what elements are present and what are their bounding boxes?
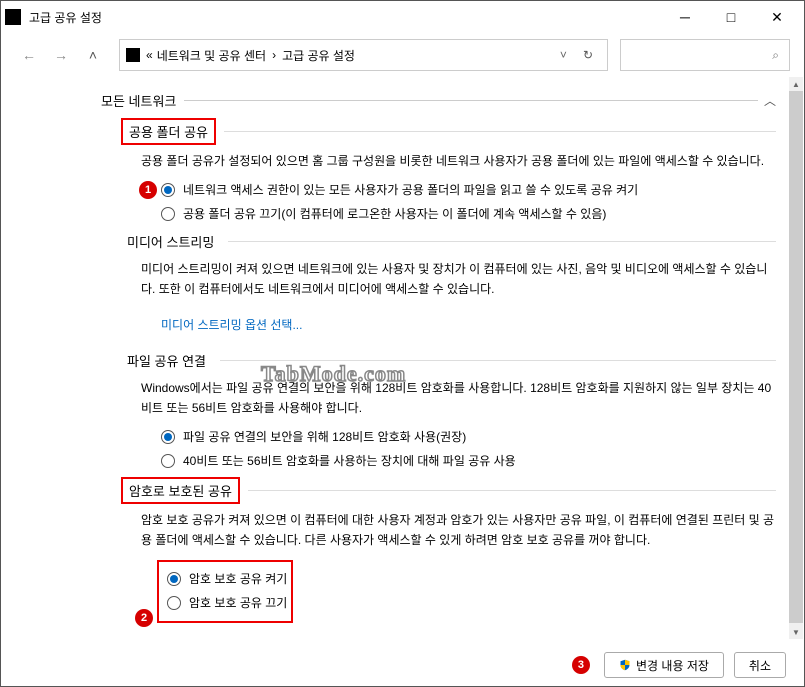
radio-icon (161, 454, 175, 468)
breadcrumb-sep: › (272, 48, 276, 62)
location-icon (126, 48, 140, 62)
divider (248, 490, 776, 491)
annotation-badge-1: 1 (139, 181, 157, 199)
minimize-button[interactable]: ─ (662, 1, 708, 33)
shield-icon (619, 659, 631, 671)
forward-button[interactable]: → (47, 41, 75, 69)
password-desc: 암호 보호 공유가 켜져 있으면 이 컴퓨터에 대한 사용자 계정과 암호가 있… (141, 510, 776, 551)
radio-pw-off[interactable]: 암호 보호 공유 끄기 (167, 594, 287, 613)
content-area: 모든 네트워크 ︿ 공용 폴더 공유 공용 폴더 공유가 설정되어 있으면 홈 … (1, 77, 804, 637)
divider (220, 360, 776, 361)
divider (224, 131, 776, 132)
vertical-scrollbar[interactable]: ▲ ▼ (789, 77, 803, 639)
breadcrumb-prefix: « (146, 48, 153, 62)
save-button[interactable]: 변경 내용 저장 (604, 652, 724, 678)
collapse-icon[interactable]: ︿ (758, 92, 776, 109)
radio-public-off[interactable]: 공용 폴더 공유 끄기(이 컴퓨터에 로그온한 사용자는 이 폴더에 계속 액세… (161, 205, 776, 224)
maximize-button[interactable]: □ (708, 1, 754, 33)
address-dropdown-icon[interactable]: ˅ (552, 48, 575, 62)
subhead-password: 암호로 보호된 공유 (121, 477, 240, 504)
refresh-button[interactable]: ↻ (575, 48, 601, 62)
section-title: 모든 네트워크 (101, 91, 184, 110)
media-options-link[interactable]: 미디어 스트리밍 옵션 선택... (161, 316, 302, 333)
app-icon (5, 9, 21, 25)
save-label: 변경 내용 저장 (636, 657, 709, 674)
search-icon: ⌕ (772, 48, 779, 63)
footer: 3 변경 내용 저장 취소 (572, 652, 786, 678)
radio-label: 40비트 또는 56비트 암호화를 사용하는 장치에 대해 파일 공유 사용 (183, 452, 516, 471)
breadcrumb-part2[interactable]: 고급 공유 설정 (282, 47, 355, 64)
scroll-up-icon[interactable]: ▲ (789, 77, 803, 91)
radio-label: 공용 폴더 공유 끄기(이 컴퓨터에 로그온한 사용자는 이 폴더에 계속 액세… (183, 205, 606, 224)
radio-icon (161, 430, 175, 444)
radio-label: 네트워크 액세스 권한이 있는 모든 사용자가 공용 폴더의 파일을 읽고 쓸 … (183, 181, 638, 200)
subhead-media: 미디어 스트리밍 (121, 230, 220, 253)
breadcrumb-part1[interactable]: 네트워크 및 공유 센터 (157, 47, 266, 64)
radio-label: 암호 보호 공유 켜기 (189, 570, 287, 589)
annotation-badge-2: 2 (135, 609, 153, 627)
radio-icon (161, 183, 175, 197)
close-button[interactable]: ✕ (754, 1, 800, 33)
password-radio-group: 암호 보호 공유 켜기 암호 보호 공유 끄기 (157, 560, 293, 622)
search-input[interactable]: ⌕ (620, 39, 790, 71)
back-button[interactable]: ← (15, 41, 43, 69)
radio-public-on[interactable]: 1 네트워크 액세스 권한이 있는 모든 사용자가 공용 폴더의 파일을 읽고 … (161, 181, 776, 200)
public-folder-desc: 공용 폴더 공유가 설정되어 있으면 홈 그룹 구성원을 비롯한 네트워크 사용… (141, 151, 776, 171)
radio-label: 파일 공유 연결의 보안을 위해 128비트 암호화 사용(권장) (183, 428, 466, 447)
section-all-networks[interactable]: 모든 네트워크 ︿ (101, 91, 776, 110)
window-title: 고급 공유 설정 (29, 9, 662, 26)
radio-icon (167, 596, 181, 610)
scrollbar-thumb[interactable] (789, 91, 803, 623)
radio-4056bit[interactable]: 40비트 또는 56비트 암호화를 사용하는 장치에 대해 파일 공유 사용 (161, 452, 776, 471)
toolbar: ← → ˄ « 네트워크 및 공유 센터 › 고급 공유 설정 ˅ ↻ ⌕ (1, 33, 804, 77)
media-desc: 미디어 스트리밍이 켜져 있으면 네트워크에 있는 사용자 및 장치가 이 컴퓨… (141, 259, 776, 300)
radio-label: 암호 보호 공유 끄기 (189, 594, 287, 613)
divider (184, 100, 758, 101)
titlebar: 고급 공유 설정 ─ □ ✕ (1, 1, 804, 33)
annotation-badge-3: 3 (572, 656, 590, 674)
up-button[interactable]: ˄ (79, 41, 107, 69)
cancel-button[interactable]: 취소 (734, 652, 786, 678)
radio-128bit[interactable]: 파일 공유 연결의 보안을 위해 128비트 암호화 사용(권장) (161, 428, 776, 447)
subhead-public-folder: 공용 폴더 공유 (121, 118, 216, 145)
scroll-down-icon[interactable]: ▼ (789, 625, 803, 639)
divider (228, 241, 776, 242)
cancel-label: 취소 (749, 657, 771, 674)
subhead-file-conn: 파일 공유 연결 (121, 349, 212, 372)
radio-icon (161, 207, 175, 221)
radio-icon (167, 572, 181, 586)
address-bar[interactable]: « 네트워크 및 공유 센터 › 고급 공유 설정 ˅ ↻ (119, 39, 608, 71)
file-conn-desc: Windows에서는 파일 공유 연결의 보안을 위해 128비트 암호화를 사… (141, 378, 776, 419)
radio-pw-on[interactable]: 암호 보호 공유 켜기 (167, 570, 287, 589)
window: 고급 공유 설정 ─ □ ✕ ← → ˄ « 네트워크 및 공유 센터 › 고급… (0, 0, 805, 687)
